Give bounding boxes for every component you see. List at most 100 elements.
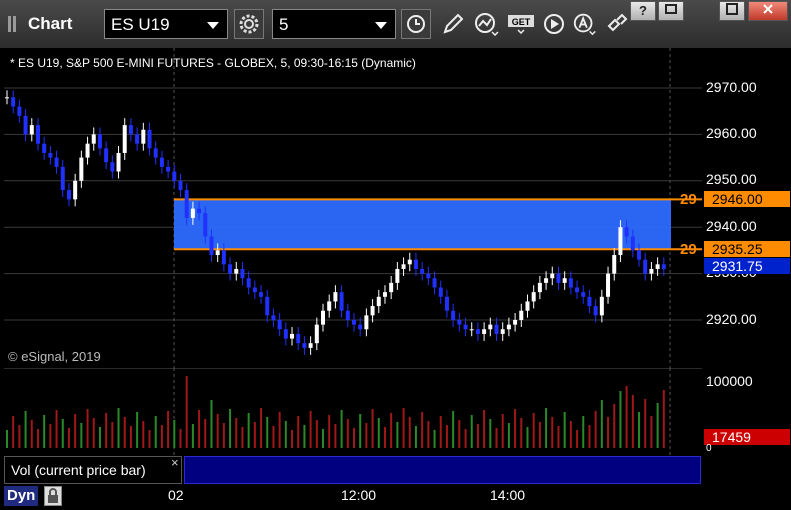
candle-body: [159, 157, 164, 167]
price-label: 2920.00: [706, 311, 757, 327]
candle-body: [637, 250, 642, 260]
volume-scrollbar[interactable]: [184, 456, 701, 484]
candle-body: [110, 162, 115, 172]
candle-body: [296, 333, 301, 344]
candle-body: [401, 264, 406, 269]
interval-combo[interactable]: 5: [272, 9, 396, 39]
lock-icon: [48, 488, 58, 503]
drag-grip-icon[interactable]: [8, 16, 22, 32]
candle-body: [537, 282, 542, 293]
volume-plot[interactable]: [4, 368, 702, 456]
candle-body: [544, 278, 549, 283]
candle-body: [525, 301, 530, 311]
candle-body: [29, 125, 34, 135]
price-zone[interactable]: [174, 198, 702, 251]
candle-body: [655, 264, 660, 269]
candle-body: [370, 306, 375, 316]
get-data-button[interactable]: GET: [506, 9, 538, 39]
candle-body: [246, 278, 251, 288]
play-button[interactable]: [541, 9, 567, 39]
zone-fill: [174, 199, 671, 250]
candle-body: [42, 143, 47, 153]
link-button[interactable]: [604, 9, 630, 39]
candle-body: [463, 324, 468, 330]
settings-button[interactable]: [234, 9, 264, 39]
zone-upper-price-tag: 2946.00: [704, 191, 790, 207]
volume-scale-label: 100000: [706, 373, 753, 389]
candle-body: [209, 236, 214, 256]
candle-body: [104, 148, 109, 163]
candle-body: [568, 278, 573, 288]
alert-button[interactable]: [572, 9, 598, 39]
candle-body: [351, 320, 356, 325]
zone-lower-price-tag: 2935.25: [704, 241, 790, 257]
candle-body: [513, 320, 518, 325]
candle-body: [407, 259, 412, 265]
candle-body: [426, 273, 431, 279]
candle-body: [11, 97, 16, 107]
candle-body: [661, 264, 666, 269]
candle-body: [469, 329, 474, 331]
candle-body: [562, 278, 567, 283]
draw-tool-button[interactable]: [440, 9, 466, 39]
candle-body: [190, 208, 195, 218]
candle-body: [345, 310, 350, 320]
close-icon: [763, 4, 773, 14]
candle-body: [358, 324, 363, 330]
candle-body: [364, 315, 369, 330]
pencil-icon: [443, 13, 464, 34]
candle-body: [116, 152, 121, 172]
candle-body: [308, 343, 313, 348]
candle-body: [395, 268, 400, 283]
candle-body: [215, 250, 220, 256]
candle-body: [556, 273, 561, 283]
candle-body: [606, 273, 611, 297]
candle-body: [277, 320, 282, 330]
candle-body: [85, 143, 90, 158]
gear-icon: [239, 14, 259, 34]
link-icon: [607, 13, 628, 32]
candle-body: [314, 324, 319, 344]
candle-body: [60, 166, 65, 191]
current-volume-tag: 17459: [704, 429, 790, 445]
candle-body: [234, 268, 239, 274]
time-button[interactable]: [401, 9, 431, 39]
restore-icon: [665, 4, 677, 14]
candle-body: [66, 190, 71, 200]
candle-body: [649, 268, 654, 274]
candle-body: [494, 324, 499, 334]
price-label: 2970.00: [706, 79, 757, 95]
studies-button[interactable]: [474, 9, 500, 39]
candle-body: [54, 157, 59, 167]
candle-body: [389, 282, 394, 293]
maximize-button[interactable]: [719, 1, 745, 21]
candle-body: [382, 292, 387, 297]
price-label: 2940.00: [706, 218, 757, 234]
get-icon: GET: [508, 15, 534, 35]
symbol-combo[interactable]: ES U19: [104, 9, 228, 39]
lock-button[interactable]: [44, 486, 62, 506]
candle-body: [413, 259, 418, 269]
close-button[interactable]: [748, 1, 788, 21]
candle-body: [290, 333, 295, 339]
close-panel-icon[interactable]: ×: [171, 455, 179, 470]
time-axis[interactable]: [0, 484, 791, 509]
candle-body: [91, 134, 96, 144]
candle-body: [451, 310, 456, 320]
candle-body: [252, 287, 257, 293]
candle-body: [166, 166, 171, 172]
price-plot[interactable]: [4, 48, 702, 368]
line-chart-icon: [475, 13, 499, 36]
dynamic-button[interactable]: Dyn: [4, 486, 39, 506]
candle-body: [550, 273, 555, 279]
candle-body: [593, 306, 598, 316]
minimize-button[interactable]: [658, 1, 684, 21]
volume-bars: [6, 376, 665, 448]
candle-body: [178, 180, 183, 191]
candle-body: [153, 148, 158, 158]
candle-body: [35, 125, 40, 144]
candle-body: [283, 329, 288, 339]
candle-body: [203, 213, 208, 237]
help-button[interactable]: ?: [630, 1, 656, 21]
candle-body: [122, 125, 127, 153]
